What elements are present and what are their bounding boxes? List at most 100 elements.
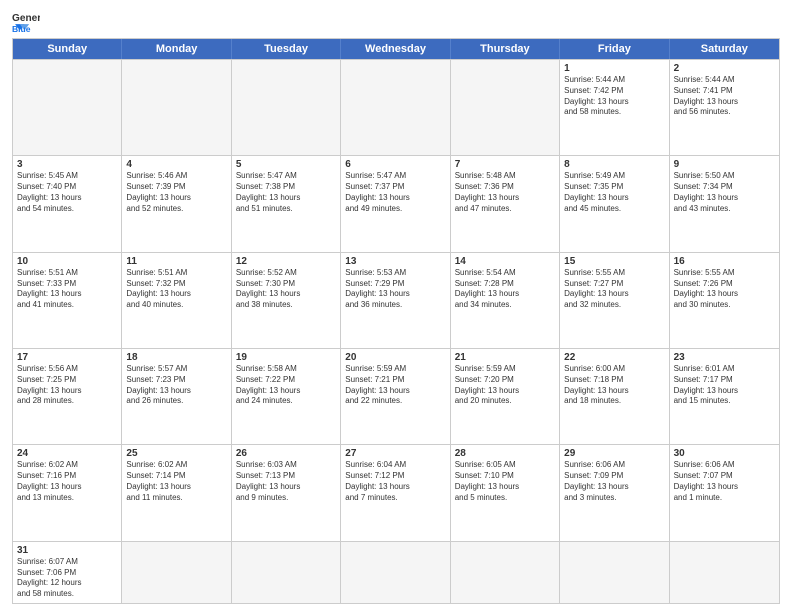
- calendar-cell: 11Sunrise: 5:51 AM Sunset: 7:32 PM Dayli…: [122, 253, 231, 348]
- calendar-cell: 2Sunrise: 5:44 AM Sunset: 7:41 PM Daylig…: [670, 60, 779, 155]
- day-number: 18: [126, 352, 226, 363]
- day-info: Sunrise: 6:02 AM Sunset: 7:14 PM Dayligh…: [126, 460, 226, 503]
- day-number: 14: [455, 256, 555, 267]
- day-number: 10: [17, 256, 117, 267]
- calendar-cell: 22Sunrise: 6:00 AM Sunset: 7:18 PM Dayli…: [560, 349, 669, 444]
- calendar-cell: 20Sunrise: 5:59 AM Sunset: 7:21 PM Dayli…: [341, 349, 450, 444]
- calendar-cell: [451, 60, 560, 155]
- calendar-cell: 24Sunrise: 6:02 AM Sunset: 7:16 PM Dayli…: [13, 445, 122, 540]
- day-info: Sunrise: 5:48 AM Sunset: 7:36 PM Dayligh…: [455, 171, 555, 214]
- day-number: 4: [126, 159, 226, 170]
- day-number: 30: [674, 448, 775, 459]
- day-info: Sunrise: 5:46 AM Sunset: 7:39 PM Dayligh…: [126, 171, 226, 214]
- day-info: Sunrise: 6:07 AM Sunset: 7:06 PM Dayligh…: [17, 557, 117, 600]
- day-info: Sunrise: 5:55 AM Sunset: 7:26 PM Dayligh…: [674, 268, 775, 311]
- calendar-cell: 1Sunrise: 5:44 AM Sunset: 7:42 PM Daylig…: [560, 60, 669, 155]
- generalblue-logo-icon: General Blue: [12, 10, 40, 32]
- day-info: Sunrise: 5:57 AM Sunset: 7:23 PM Dayligh…: [126, 364, 226, 407]
- day-info: Sunrise: 5:50 AM Sunset: 7:34 PM Dayligh…: [674, 171, 775, 214]
- calendar-cell: 7Sunrise: 5:48 AM Sunset: 7:36 PM Daylig…: [451, 156, 560, 251]
- calendar-cell: 25Sunrise: 6:02 AM Sunset: 7:14 PM Dayli…: [122, 445, 231, 540]
- calendar-cell: 10Sunrise: 5:51 AM Sunset: 7:33 PM Dayli…: [13, 253, 122, 348]
- calendar-cell: 21Sunrise: 5:59 AM Sunset: 7:20 PM Dayli…: [451, 349, 560, 444]
- calendar-cell: [341, 60, 450, 155]
- day-number: 23: [674, 352, 775, 363]
- day-number: 7: [455, 159, 555, 170]
- calendar-cell: 8Sunrise: 5:49 AM Sunset: 7:35 PM Daylig…: [560, 156, 669, 251]
- logo: General Blue: [12, 10, 40, 32]
- day-number: 9: [674, 159, 775, 170]
- day-info: Sunrise: 6:01 AM Sunset: 7:17 PM Dayligh…: [674, 364, 775, 407]
- day-number: 22: [564, 352, 664, 363]
- day-info: Sunrise: 5:56 AM Sunset: 7:25 PM Dayligh…: [17, 364, 117, 407]
- day-info: Sunrise: 6:04 AM Sunset: 7:12 PM Dayligh…: [345, 460, 445, 503]
- calendar-week-4: 17Sunrise: 5:56 AM Sunset: 7:25 PM Dayli…: [13, 348, 779, 444]
- day-number: 24: [17, 448, 117, 459]
- calendar-cell: [560, 542, 669, 603]
- day-number: 16: [674, 256, 775, 267]
- day-info: Sunrise: 5:44 AM Sunset: 7:41 PM Dayligh…: [674, 75, 775, 118]
- day-info: Sunrise: 6:02 AM Sunset: 7:16 PM Dayligh…: [17, 460, 117, 503]
- calendar-cell: 26Sunrise: 6:03 AM Sunset: 7:13 PM Dayli…: [232, 445, 341, 540]
- svg-text:General: General: [12, 13, 40, 24]
- calendar-cell: 31Sunrise: 6:07 AM Sunset: 7:06 PM Dayli…: [13, 542, 122, 603]
- day-info: Sunrise: 5:51 AM Sunset: 7:32 PM Dayligh…: [126, 268, 226, 311]
- calendar-cell: 14Sunrise: 5:54 AM Sunset: 7:28 PM Dayli…: [451, 253, 560, 348]
- day-info: Sunrise: 6:00 AM Sunset: 7:18 PM Dayligh…: [564, 364, 664, 407]
- calendar-cell: 17Sunrise: 5:56 AM Sunset: 7:25 PM Dayli…: [13, 349, 122, 444]
- header-day-friday: Friday: [560, 39, 669, 59]
- calendar-week-2: 3Sunrise: 5:45 AM Sunset: 7:40 PM Daylig…: [13, 155, 779, 251]
- day-number: 2: [674, 63, 775, 74]
- header-day-sunday: Sunday: [13, 39, 122, 59]
- calendar-header: SundayMondayTuesdayWednesdayThursdayFrid…: [13, 39, 779, 59]
- day-number: 6: [345, 159, 445, 170]
- day-number: 19: [236, 352, 336, 363]
- header-day-thursday: Thursday: [451, 39, 560, 59]
- day-number: 5: [236, 159, 336, 170]
- calendar-cell: 5Sunrise: 5:47 AM Sunset: 7:38 PM Daylig…: [232, 156, 341, 251]
- calendar-cell: 19Sunrise: 5:58 AM Sunset: 7:22 PM Dayli…: [232, 349, 341, 444]
- svg-text:Blue: Blue: [12, 24, 31, 32]
- day-number: 20: [345, 352, 445, 363]
- calendar-cell: [122, 542, 231, 603]
- day-number: 15: [564, 256, 664, 267]
- day-info: Sunrise: 5:44 AM Sunset: 7:42 PM Dayligh…: [564, 75, 664, 118]
- header-day-tuesday: Tuesday: [232, 39, 341, 59]
- day-number: 17: [17, 352, 117, 363]
- day-info: Sunrise: 6:06 AM Sunset: 7:07 PM Dayligh…: [674, 460, 775, 503]
- day-info: Sunrise: 6:03 AM Sunset: 7:13 PM Dayligh…: [236, 460, 336, 503]
- day-info: Sunrise: 5:49 AM Sunset: 7:35 PM Dayligh…: [564, 171, 664, 214]
- day-number: 11: [126, 256, 226, 267]
- calendar-cell: [122, 60, 231, 155]
- calendar-cell: 13Sunrise: 5:53 AM Sunset: 7:29 PM Dayli…: [341, 253, 450, 348]
- calendar-cell: [670, 542, 779, 603]
- day-number: 28: [455, 448, 555, 459]
- day-info: Sunrise: 5:59 AM Sunset: 7:21 PM Dayligh…: [345, 364, 445, 407]
- day-number: 3: [17, 159, 117, 170]
- calendar-cell: 6Sunrise: 5:47 AM Sunset: 7:37 PM Daylig…: [341, 156, 450, 251]
- day-number: 29: [564, 448, 664, 459]
- calendar-cell: 18Sunrise: 5:57 AM Sunset: 7:23 PM Dayli…: [122, 349, 231, 444]
- header-day-wednesday: Wednesday: [341, 39, 450, 59]
- calendar-week-5: 24Sunrise: 6:02 AM Sunset: 7:16 PM Dayli…: [13, 444, 779, 540]
- day-number: 1: [564, 63, 664, 74]
- calendar-cell: [13, 60, 122, 155]
- calendar-cell: 27Sunrise: 6:04 AM Sunset: 7:12 PM Dayli…: [341, 445, 450, 540]
- calendar-cell: [451, 542, 560, 603]
- calendar-cell: 4Sunrise: 5:46 AM Sunset: 7:39 PM Daylig…: [122, 156, 231, 251]
- calendar-cell: [232, 60, 341, 155]
- day-info: Sunrise: 6:06 AM Sunset: 7:09 PM Dayligh…: [564, 460, 664, 503]
- calendar-cell: 28Sunrise: 6:05 AM Sunset: 7:10 PM Dayli…: [451, 445, 560, 540]
- day-info: Sunrise: 5:52 AM Sunset: 7:30 PM Dayligh…: [236, 268, 336, 311]
- calendar-cell: 15Sunrise: 5:55 AM Sunset: 7:27 PM Dayli…: [560, 253, 669, 348]
- day-number: 21: [455, 352, 555, 363]
- day-info: Sunrise: 6:05 AM Sunset: 7:10 PM Dayligh…: [455, 460, 555, 503]
- calendar-cell: 30Sunrise: 6:06 AM Sunset: 7:07 PM Dayli…: [670, 445, 779, 540]
- day-info: Sunrise: 5:55 AM Sunset: 7:27 PM Dayligh…: [564, 268, 664, 311]
- day-info: Sunrise: 5:47 AM Sunset: 7:37 PM Dayligh…: [345, 171, 445, 214]
- calendar-cell: 29Sunrise: 6:06 AM Sunset: 7:09 PM Dayli…: [560, 445, 669, 540]
- day-number: 12: [236, 256, 336, 267]
- day-info: Sunrise: 5:58 AM Sunset: 7:22 PM Dayligh…: [236, 364, 336, 407]
- calendar-cell: 12Sunrise: 5:52 AM Sunset: 7:30 PM Dayli…: [232, 253, 341, 348]
- day-info: Sunrise: 5:54 AM Sunset: 7:28 PM Dayligh…: [455, 268, 555, 311]
